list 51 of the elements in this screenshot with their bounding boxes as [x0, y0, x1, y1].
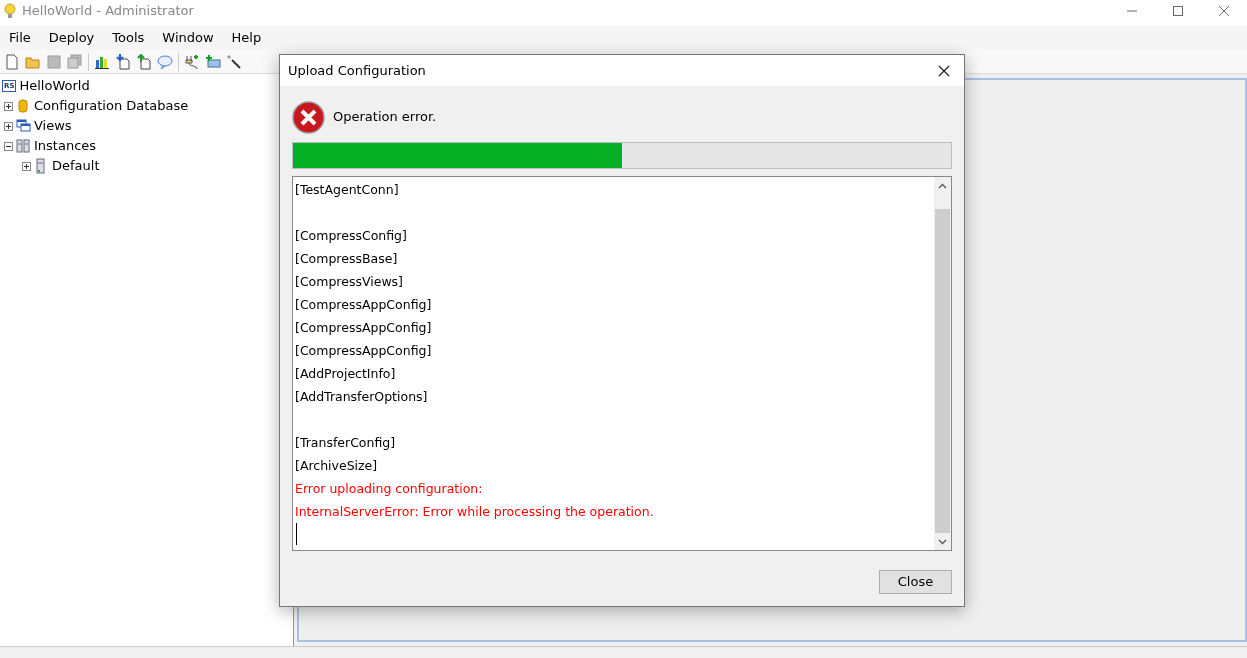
wand-icon[interactable]	[226, 53, 242, 70]
expand-icon[interactable]	[22, 161, 31, 171]
help-icon[interactable]	[157, 53, 173, 70]
scrollbar-thumb[interactable]	[935, 209, 950, 533]
log-line: [AddTransferOptions]	[295, 388, 429, 406]
scroll-down-icon[interactable]	[938, 538, 947, 545]
log-line: [CompressViews]	[295, 273, 404, 291]
menu-item[interactable]: File	[0, 28, 40, 48]
log-line: [AddProjectInfo]	[295, 365, 397, 383]
log-line: [ArchiveSize]	[295, 457, 379, 475]
database-icon	[16, 98, 31, 114]
maximize-icon	[1172, 5, 1184, 17]
servers-icon	[16, 138, 31, 154]
close-icon	[1218, 5, 1230, 17]
expand-icon[interactable]	[4, 121, 13, 131]
error-log-line: Error uploading configuration:	[295, 480, 484, 498]
log-line: [CompressAppConfig]	[295, 296, 433, 314]
lightbulb-icon	[4, 3, 16, 19]
windows-icon	[16, 118, 31, 134]
add-device-icon[interactable]	[205, 53, 221, 70]
dialog-title: Upload Configuration	[288, 61, 426, 80]
tree-item[interactable]: Default	[52, 156, 100, 176]
menu-item[interactable]: Deploy	[39, 28, 104, 48]
upload-icon[interactable]	[136, 53, 152, 70]
download-icon[interactable]	[115, 53, 131, 70]
log-line: [CompressBase]	[295, 250, 399, 268]
error-message: Operation error.	[333, 108, 437, 127]
collapse-icon[interactable]	[4, 141, 13, 151]
menu-item[interactable]: Tools	[103, 28, 154, 48]
menu-item[interactable]: Window	[153, 28, 223, 48]
close-dialog-button[interactable]: Close	[879, 570, 952, 594]
menu-item[interactable]: Help	[222, 28, 271, 48]
log-line: [TestAgentConn]	[295, 181, 400, 199]
plug-icon[interactable]	[184, 53, 200, 70]
tree-item[interactable]: Instances	[34, 136, 97, 156]
log-line: [CompressAppConfig]	[295, 319, 433, 337]
log-line: [CompressAppConfig]	[295, 342, 433, 360]
scroll-up-icon[interactable]	[938, 182, 947, 189]
new-file-icon[interactable]	[4, 53, 20, 70]
tree-item[interactable]: HelloWorld	[19, 76, 90, 96]
text-cursor	[296, 523, 297, 545]
tree-item[interactable]: Views	[34, 116, 72, 136]
error-log-line: InternalServerError: Error while processing the operation.	[295, 503, 655, 521]
expand-icon[interactable]	[4, 101, 13, 111]
tree-item[interactable]: Configuration Database	[34, 96, 189, 116]
close-icon	[938, 64, 950, 77]
log-line: [CompressConfig]	[295, 227, 408, 245]
log-line: [TransferConfig]	[295, 434, 397, 452]
error-icon	[292, 100, 325, 134]
save-all-icon[interactable]	[67, 53, 83, 70]
window-title: HelloWorld - Administrator	[22, 2, 194, 21]
